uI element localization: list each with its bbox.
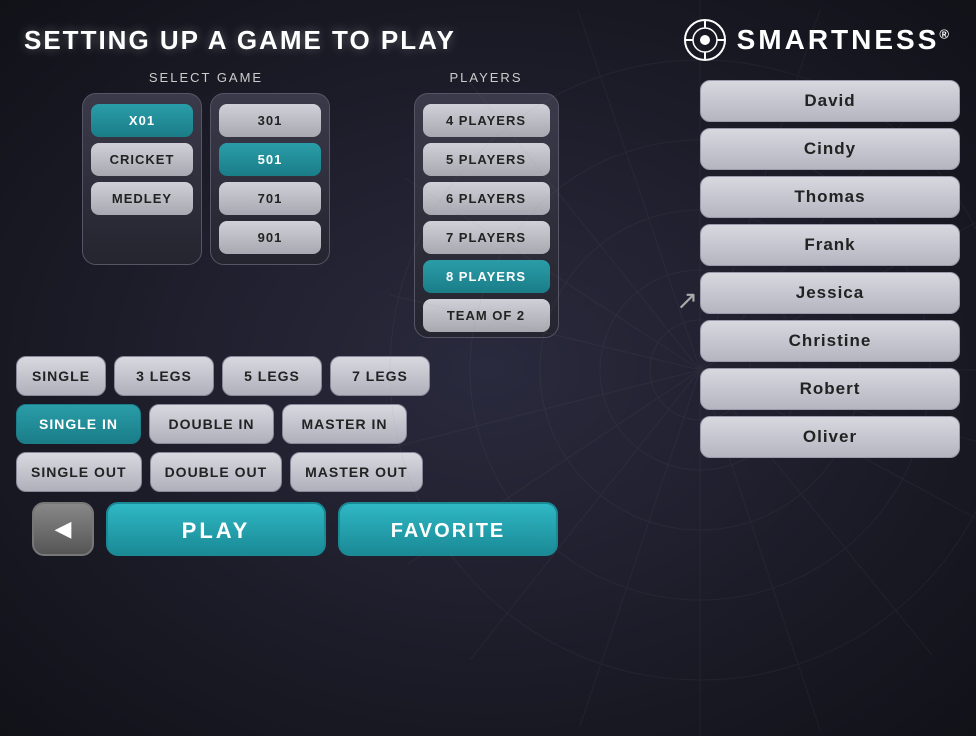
player-item-oliver[interactable]: Oliver bbox=[700, 416, 960, 458]
player-item-frank[interactable]: Frank bbox=[700, 224, 960, 266]
player-item-robert[interactable]: Robert bbox=[700, 368, 960, 410]
player-item-jessica[interactable]: Jessica bbox=[700, 272, 960, 314]
player-item-thomas[interactable]: Thomas bbox=[700, 176, 960, 218]
player-item-cindy[interactable]: Cindy bbox=[700, 128, 960, 170]
player-list-section: David Cindy Thomas Frank Jessica Christi… bbox=[700, 80, 960, 458]
player-item-david[interactable]: David bbox=[700, 80, 960, 122]
player-item-christine[interactable]: Christine bbox=[700, 320, 960, 362]
arrow-indicator: ↗ bbox=[676, 285, 698, 316]
